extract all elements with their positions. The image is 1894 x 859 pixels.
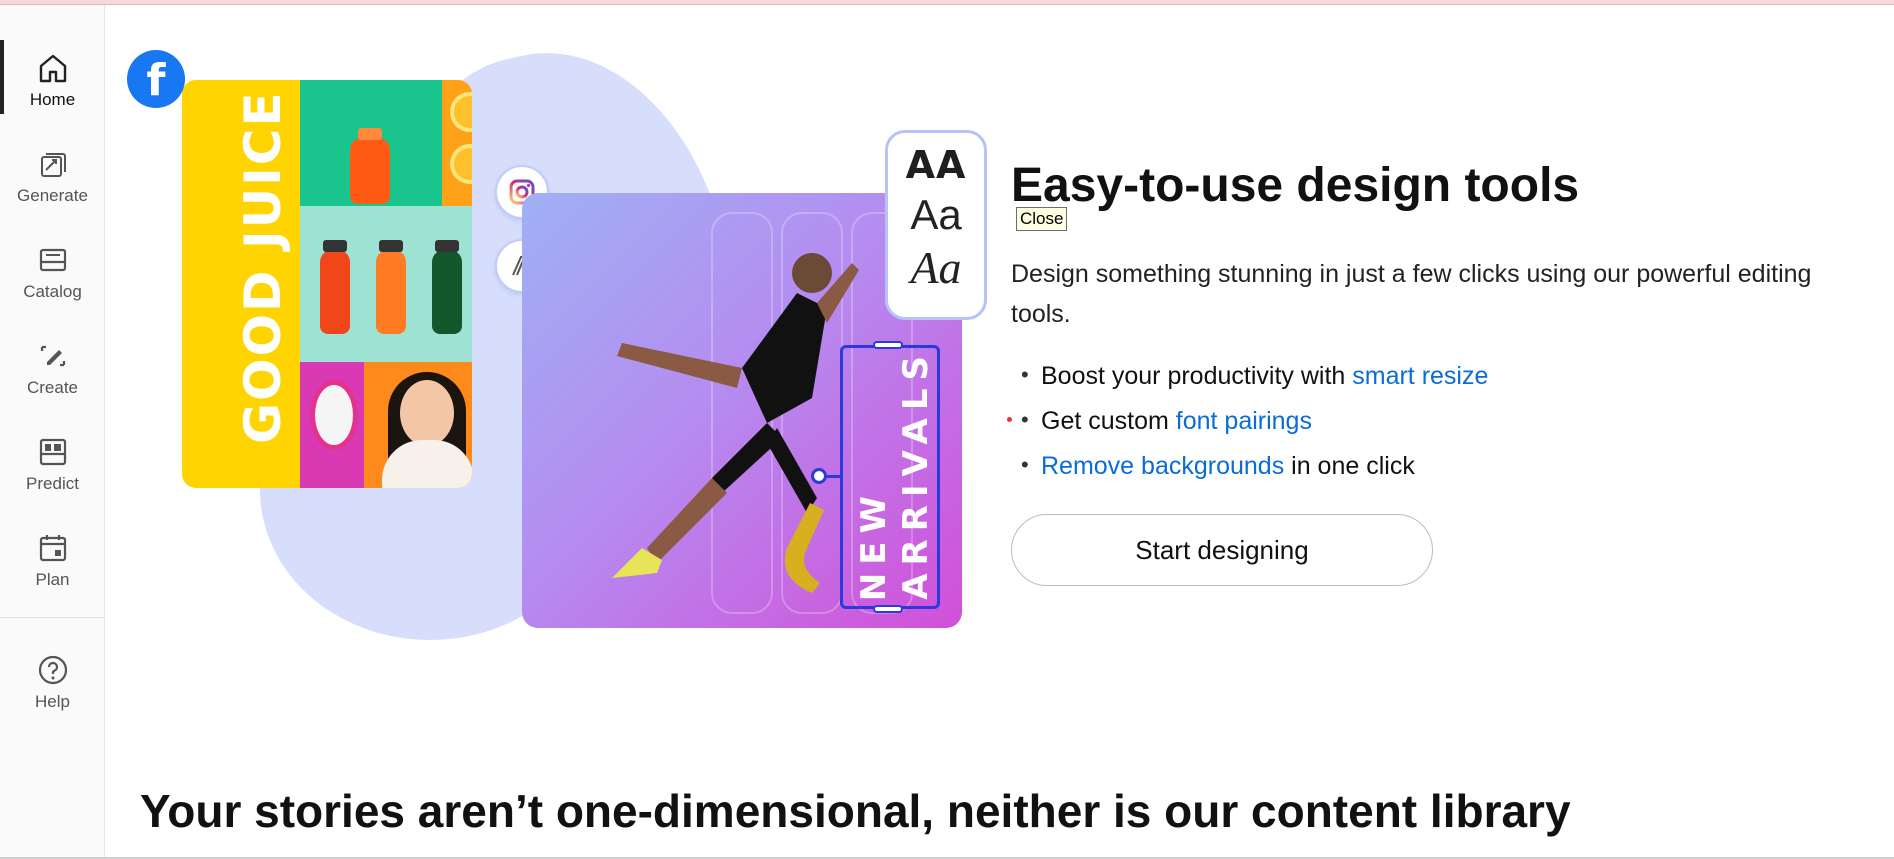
close-tooltip[interactable]: Close: [1016, 207, 1068, 231]
content-library-heading: Your stories aren’t one-dimensional, nei…: [140, 785, 1571, 837]
feature-title: Easy-to-use design tools: [1011, 159, 1580, 212]
bottle-cap: [358, 128, 382, 140]
dragonfruit: [310, 380, 358, 450]
text-selection-box: [840, 345, 940, 609]
juice-bottle: [350, 138, 390, 204]
sidebar-item-label: Predict: [26, 474, 79, 493]
font-pairings-link[interactable]: font pairings: [1176, 407, 1312, 435]
sidebar-item-label: Plan: [35, 570, 70, 589]
sidebar-item-home[interactable]: Home: [0, 40, 105, 126]
bottle-cap: [435, 240, 459, 252]
juice-card-title: GOOD JUICE: [234, 90, 292, 444]
bullet-glyph: •: [1021, 407, 1029, 432]
rotate-handle: [811, 468, 827, 484]
bullet-glyph: •: [1021, 452, 1029, 477]
bullet-glyph: •: [1021, 362, 1029, 387]
juice-bottle: [376, 250, 406, 334]
help-icon: [38, 655, 67, 685]
facebook-icon: f: [127, 50, 185, 108]
bullet-text: in one click: [1284, 452, 1415, 480]
remove-backgrounds-link[interactable]: Remove backgrounds: [1041, 452, 1284, 480]
red-marker-dot: [1007, 417, 1012, 422]
calendar-icon: [39, 535, 66, 562]
left-sidebar: Home Generate Catalog Create Predict Pla…: [0, 5, 105, 857]
sidebar-divider: [0, 617, 105, 618]
resize-handle: [873, 605, 903, 613]
juice-bottle: [320, 250, 350, 334]
sidebar-item-label: Home: [29, 90, 76, 109]
sidebar-item-predict[interactable]: Predict: [0, 424, 105, 510]
font-sample-bold: AA: [905, 143, 967, 187]
sidebar-item-help[interactable]: Help: [0, 642, 105, 728]
person-face: [400, 380, 454, 446]
feature-description: Design something stunning in just a few …: [1011, 260, 1812, 328]
sidebar-item-label: Catalog: [23, 282, 82, 301]
sidebar-item-label: Create: [26, 378, 79, 397]
juice-template-card: GOOD JUICE: [182, 80, 472, 488]
bullet-text: Boost your productivity with: [1041, 362, 1353, 390]
create-icon: [40, 345, 65, 367]
start-designing-button[interactable]: Start designing: [1011, 514, 1433, 586]
sidebar-item-generate[interactable]: Generate: [0, 136, 105, 222]
bullet-text: Get custom: [1041, 407, 1176, 435]
sidebar-item-plan[interactable]: Plan: [0, 520, 105, 606]
handle-line: [827, 475, 841, 478]
sidebar-item-label: Help: [35, 692, 70, 711]
font-pairing-card: AA Aa Aa: [885, 130, 987, 320]
home-icon: [39, 54, 66, 83]
predict-icon: [39, 438, 66, 466]
catalog-icon: [39, 248, 66, 272]
resize-handle: [873, 341, 903, 349]
font-sample-serif: Aa: [910, 242, 962, 293]
hero-illustration: GOOD JUICE f NEW ARRIVALS AA Aa Aa: [127, 22, 1000, 660]
smart-resize-link[interactable]: smart resize: [1352, 362, 1488, 390]
sidebar-item-create[interactable]: Create: [0, 328, 105, 414]
sidebar-item-label: Generate: [17, 186, 88, 205]
window-top-border: [0, 0, 1894, 5]
sidebar-item-catalog[interactable]: Catalog: [0, 232, 105, 318]
athlete-photo: [612, 253, 859, 593]
generate-icon: [40, 153, 66, 177]
juice-bottle: [432, 250, 462, 334]
font-sample-sans: Aa: [910, 191, 962, 238]
bottle-cap: [379, 240, 403, 252]
bottle-cap: [323, 240, 347, 252]
